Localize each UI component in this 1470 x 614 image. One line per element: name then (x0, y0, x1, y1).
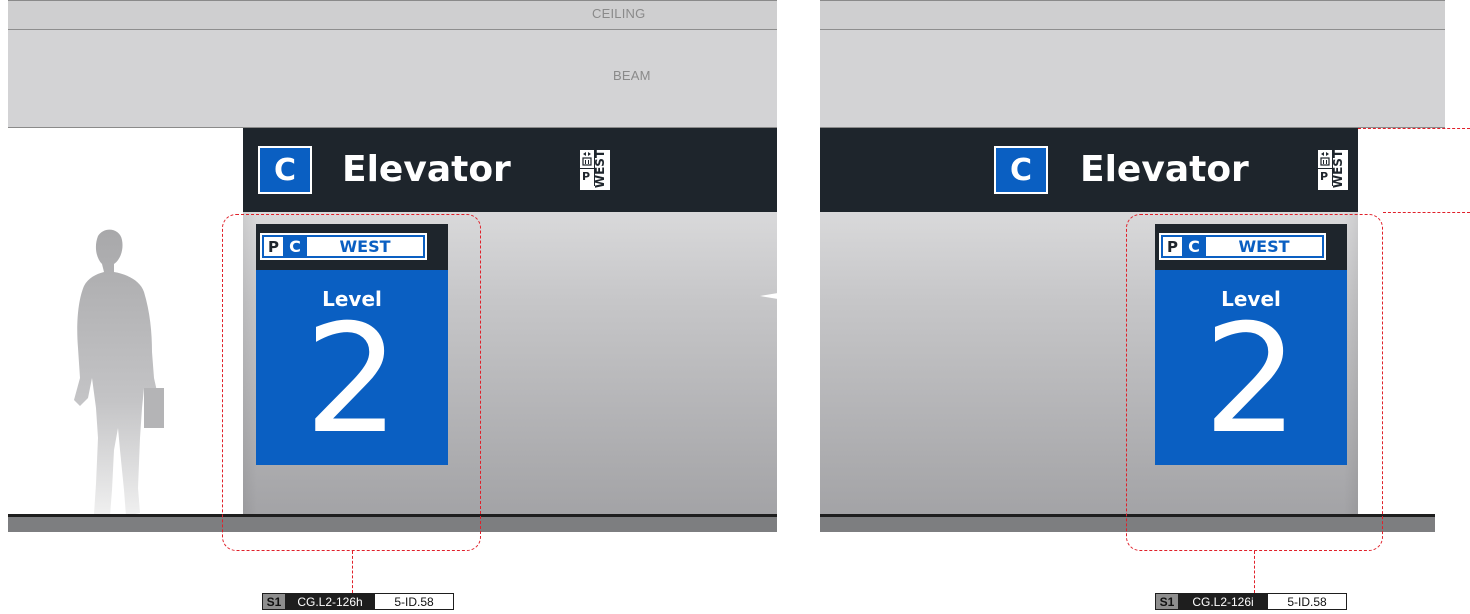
elevator-arrows-icon (1320, 152, 1330, 166)
code-s-tag: S1 (263, 594, 285, 609)
beam-label: BEAM (613, 68, 651, 83)
beam-left (8, 30, 777, 127)
elevator-title: Elevator (1080, 149, 1249, 190)
c-letter-tile: C (994, 146, 1048, 194)
dimension-line-bottom (1383, 212, 1470, 213)
code-ref: 5-ID.58 (394, 594, 434, 609)
code-id: CG.L2-126h (285, 594, 375, 609)
sign-code-label-right: S1 CG.L2-126i 5-ID.58 (1155, 593, 1347, 610)
sign-code-label-left: S1 CG.L2-126h 5-ID.58 (262, 593, 454, 610)
icon-p-label: P (582, 170, 591, 183)
ceiling-left (8, 0, 777, 30)
elevator-parking-west-icon: P WEST (1318, 150, 1348, 190)
icon-west-label: WEST (593, 149, 608, 189)
elevator-title: Elevator (342, 149, 511, 190)
callout-frame-right (1126, 214, 1383, 551)
code-id: CG.L2-126i (1178, 594, 1268, 609)
icon-p-label: P (1320, 170, 1329, 183)
ceiling-right (820, 0, 1445, 30)
person-silhouette-icon (74, 229, 164, 516)
ceiling-label: CEILING (592, 6, 646, 21)
elevator-arrows-icon (582, 152, 592, 166)
dimension-line-top (1358, 128, 1470, 129)
beam-right (820, 30, 1445, 127)
code-s-tag: S1 (1156, 594, 1178, 609)
callout-frame-left (222, 214, 481, 551)
c-letter-tile: C (258, 146, 312, 194)
callout-leader-right (1254, 551, 1255, 593)
icon-west-label: WEST (1331, 149, 1346, 189)
callout-leader-left (352, 551, 353, 593)
code-ref: 5-ID.58 (1287, 594, 1327, 609)
elevator-parking-west-icon: P WEST (580, 150, 610, 190)
